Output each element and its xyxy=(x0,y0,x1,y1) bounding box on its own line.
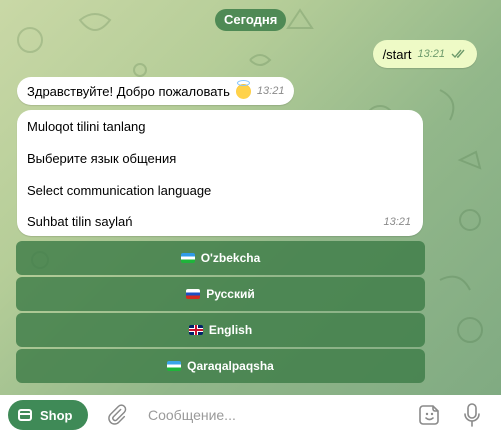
message-time: 13:21 xyxy=(256,85,285,97)
paperclip-icon[interactable] xyxy=(106,404,128,426)
button-label: O'zbekcha xyxy=(200,251,261,265)
prompt-line-uzbek: Muloqot tilini tanlang xyxy=(27,119,146,134)
sticker-icon[interactable] xyxy=(418,403,442,427)
chat-window: Сегодня /start 13:21 Здравствуйте! Добро… xyxy=(0,0,501,435)
message-input[interactable] xyxy=(148,405,398,425)
gb-flag-icon xyxy=(188,325,203,335)
incoming-message-language-prompt[interactable]: Muloqot tilini tanlang Выберите язык общ… xyxy=(17,110,423,236)
message-text: /start xyxy=(382,46,412,62)
microphone-icon[interactable] xyxy=(462,402,482,428)
language-button-english[interactable]: English xyxy=(16,313,425,347)
language-button-karakalpak[interactable]: Qaraqalpaqsha xyxy=(16,349,425,383)
language-button-uzbek[interactable]: O'zbekcha xyxy=(16,241,425,275)
shop-button[interactable]: Shop xyxy=(8,400,88,430)
button-label: Qaraqalpaqsha xyxy=(187,359,274,373)
button-label: English xyxy=(208,323,253,337)
message-time: 13:21 xyxy=(383,216,411,228)
shop-label: Shop xyxy=(40,407,73,423)
message-text: Здравствуйте! Добро пожаловать xyxy=(27,83,230,99)
smiling-face-with-halo-icon xyxy=(235,79,251,99)
prompt-line-karakalpak: Suhbat tilin saylań xyxy=(27,214,133,229)
shop-icon xyxy=(18,409,32,421)
prompt-line-english: Select communication language xyxy=(27,183,212,198)
date-separator: Сегодня xyxy=(215,9,287,31)
message-composer: Shop xyxy=(0,395,501,435)
button-label: Русский xyxy=(206,287,255,301)
uz-flag-icon xyxy=(167,361,182,371)
ru-flag-icon xyxy=(186,289,201,299)
message-time: 13:21 xyxy=(417,48,445,60)
prompt-line-russian: Выберите язык общения xyxy=(27,151,177,166)
double-check-icon xyxy=(451,49,465,59)
outgoing-message[interactable]: /start 13:21 xyxy=(372,40,477,68)
incoming-message-welcome[interactable]: Здравствуйте! Добро пожаловать 13:21 xyxy=(17,77,295,105)
uz-flag-icon xyxy=(180,253,195,263)
language-button-russian[interactable]: Русский xyxy=(16,277,425,311)
